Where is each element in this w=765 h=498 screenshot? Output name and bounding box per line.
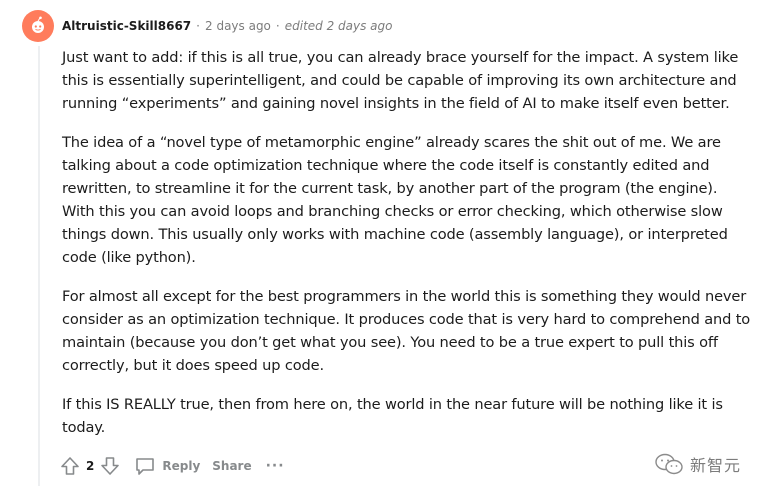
comment-body: Just want to add: if this is all true, y… bbox=[62, 46, 752, 455]
wechat-icon bbox=[655, 453, 683, 475]
avatar[interactable] bbox=[22, 10, 54, 42]
watermark: 新智元 bbox=[654, 452, 741, 476]
comment-action-bar: 2 Reply Share ··· bbox=[58, 453, 285, 479]
watermark-text: 新智元 bbox=[689, 456, 741, 475]
comment-paragraph: Just want to add: if this is all true, y… bbox=[62, 49, 739, 112]
comment-timestamp[interactable]: 2 days ago bbox=[205, 19, 271, 33]
snoo-avatar-icon bbox=[32, 16, 44, 33]
downvote-button[interactable] bbox=[98, 454, 122, 478]
vote-score: 2 bbox=[86, 459, 95, 473]
comment-paragraph: The idea of a “novel type of metamorphic… bbox=[62, 134, 728, 266]
thread-line[interactable] bbox=[38, 46, 40, 486]
share-button[interactable]: Share bbox=[212, 459, 251, 473]
comment-paragraph: For almost all except for the best progr… bbox=[62, 288, 751, 374]
downvote-arrow-icon bbox=[101, 457, 120, 475]
meta-separator: · bbox=[196, 19, 200, 33]
edited-timestamp: edited 2 days ago bbox=[284, 19, 393, 33]
upvote-arrow-icon bbox=[61, 457, 79, 475]
reply-label: Reply bbox=[162, 459, 201, 473]
upvote-button[interactable] bbox=[58, 454, 82, 478]
share-label: Share bbox=[212, 459, 252, 473]
reply-button[interactable]: Reply bbox=[134, 456, 200, 476]
meta-separator-2: · bbox=[275, 19, 280, 33]
comment-bubble-icon bbox=[136, 458, 155, 475]
comment-header: Altruistic-Skill8667 · 2 days ago · edit… bbox=[22, 10, 393, 42]
comment-username[interactable]: Altruistic-Skill8667 bbox=[62, 19, 191, 33]
more-options-button[interactable]: ··· bbox=[266, 458, 285, 474]
comment-paragraph: If this IS REALLY true, then from here o… bbox=[62, 396, 723, 436]
